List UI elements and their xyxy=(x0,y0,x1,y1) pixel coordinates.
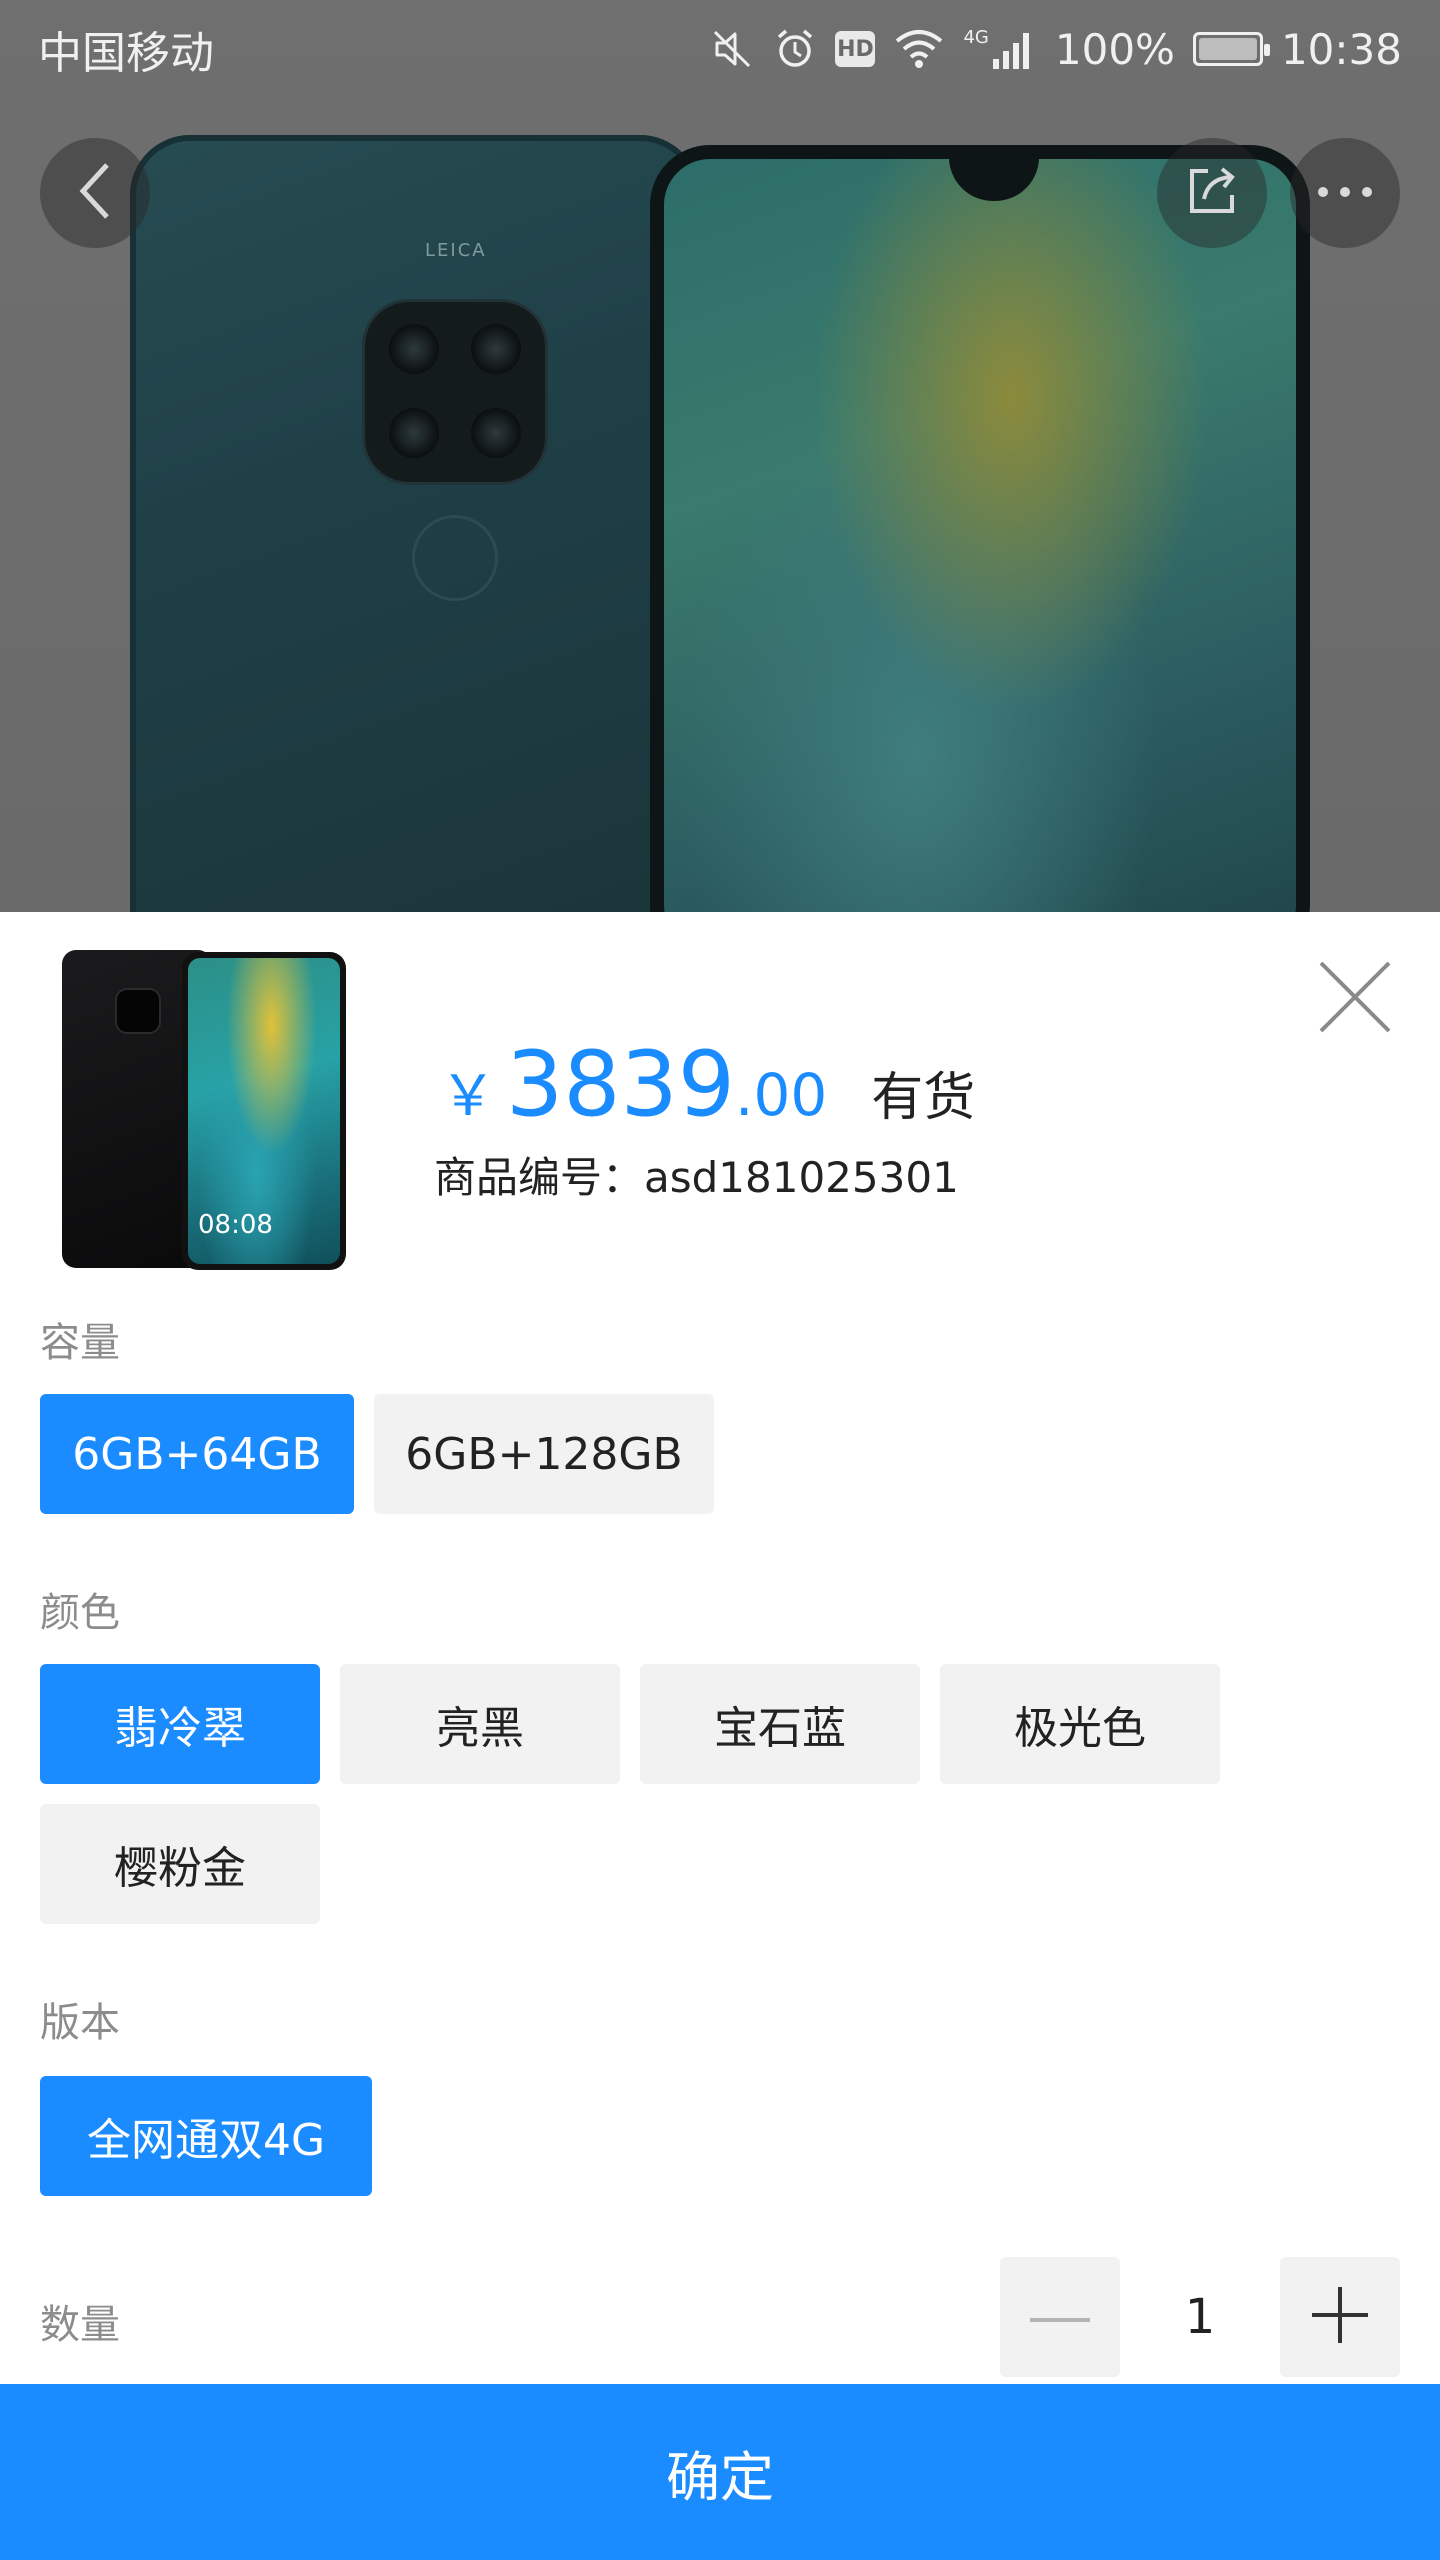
cell-signal-icon: 4G xyxy=(963,27,1036,71)
confirm-button[interactable]: 确定 xyxy=(0,2384,1440,2560)
chevron-left-icon xyxy=(73,159,117,227)
option-color-sapphire[interactable]: 宝石蓝 xyxy=(640,1664,920,1784)
status-bar: 中国移动 HD 4G 100% 10:38 xyxy=(0,0,1440,98)
battery-icon xyxy=(1192,32,1270,66)
more-dots-icon xyxy=(1315,184,1375,203)
spec-selector-sheet: 08:08 ￥ 3839 .00 有货 商品编号：asd181025301 容量… xyxy=(0,912,1440,2560)
price-block: ￥ 3839 .00 有货 xyxy=(440,1032,975,1137)
option-capacity-128gb[interactable]: 6GB+128GB xyxy=(374,1394,714,1514)
phone-back-render xyxy=(130,135,700,912)
plus-icon xyxy=(1312,2287,1368,2347)
quantity-label: 数量 xyxy=(40,2302,120,2348)
back-button[interactable] xyxy=(40,138,150,248)
option-color-emerald[interactable]: 翡冷翠 xyxy=(40,1664,320,1784)
thumbnail-clock-text: 08:08 xyxy=(198,1210,273,1240)
wifi-icon xyxy=(893,27,945,71)
option-capacity-64gb[interactable]: 6GB+64GB xyxy=(40,1394,354,1514)
close-button[interactable] xyxy=(1310,954,1400,1044)
leica-logo-text: LEICA xyxy=(425,240,487,261)
mute-icon xyxy=(709,26,755,72)
option-color-pink-gold[interactable]: 樱粉金 xyxy=(40,1804,320,1924)
currency-symbol: ￥ xyxy=(440,1064,496,1129)
product-hero-image: LEICA xyxy=(0,0,1440,912)
product-sku: 商品编号：asd181025301 xyxy=(434,1144,959,1205)
minus-icon xyxy=(1030,2308,1090,2327)
option-version-dual-4g[interactable]: 全网通双4G xyxy=(40,2076,372,2196)
close-icon xyxy=(1317,959,1393,1039)
sku-value: asd181025301 xyxy=(644,1153,959,1202)
option-color-black[interactable]: 亮黑 xyxy=(340,1664,620,1784)
hd-voice-icon: HD xyxy=(835,31,876,67)
more-button[interactable] xyxy=(1290,138,1400,248)
price-integer: 3839 xyxy=(506,1032,736,1137)
product-spec-screen: LEICA 中国移动 HD 4G 100% 10:38 08:08 ￥ 3839… xyxy=(0,0,1440,2560)
clock: 10:38 xyxy=(1280,24,1402,74)
alarm-icon xyxy=(773,27,817,71)
quantity-decrease-button[interactable] xyxy=(1000,2257,1120,2377)
option-color-twilight[interactable]: 极光色 xyxy=(940,1664,1220,1784)
share-icon xyxy=(1182,161,1242,225)
product-thumbnail: 08:08 xyxy=(60,950,346,1270)
phone-front-render xyxy=(650,145,1310,912)
quantity-value[interactable]: 1 xyxy=(1120,2257,1280,2377)
battery-percent: 100% xyxy=(1054,24,1175,74)
quantity-increase-button[interactable] xyxy=(1280,2257,1400,2377)
share-button[interactable] xyxy=(1157,138,1267,248)
network-type: 4G xyxy=(963,27,989,48)
capacity-label: 容量 xyxy=(40,1320,120,1366)
stock-status: 有货 xyxy=(871,1068,976,1128)
fingerprint-sensor xyxy=(412,515,498,601)
version-label: 版本 xyxy=(40,2000,120,2046)
price-decimal: .00 xyxy=(735,1061,828,1129)
camera-module xyxy=(365,302,545,482)
color-label: 颜色 xyxy=(40,1590,120,1636)
sku-label: 商品编号： xyxy=(434,1153,645,1202)
carrier-name: 中国移动 xyxy=(38,28,214,79)
